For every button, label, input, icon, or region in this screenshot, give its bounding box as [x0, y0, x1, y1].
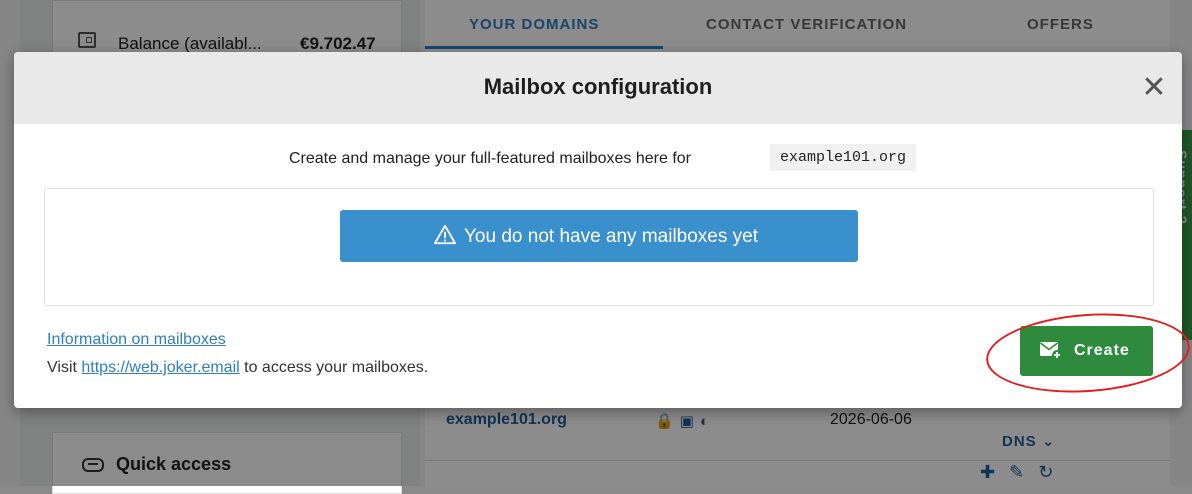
information-link[interactable]: Information on mailboxes — [47, 331, 226, 349]
visit-line: Visit https://web.joker.email to access … — [47, 359, 428, 377]
close-icon[interactable]: ✕ — [1136, 70, 1172, 106]
dialog-header: Mailbox configuration ✕ — [14, 52, 1182, 124]
dialog-title: Mailbox configuration — [483, 74, 713, 99]
empty-alert-text: You do not have any mailboxes yet — [464, 226, 758, 247]
visit-prefix: Visit — [47, 359, 77, 376]
warning-icon — [434, 224, 456, 245]
highlight-circle — [983, 306, 1192, 400]
empty-mailboxes-alert: You do not have any mailboxes yet — [340, 210, 858, 262]
mailbox-configuration-dialog: Mailbox configuration ✕ Create and manag… — [14, 52, 1192, 408]
intro-text: Create and manage your full-featured mai… — [289, 150, 691, 167]
domain-code: example101.org — [770, 144, 917, 171]
webmail-link[interactable]: https://web.joker.email — [81, 359, 239, 376]
visit-suffix: to access your mailboxes. — [244, 359, 429, 376]
